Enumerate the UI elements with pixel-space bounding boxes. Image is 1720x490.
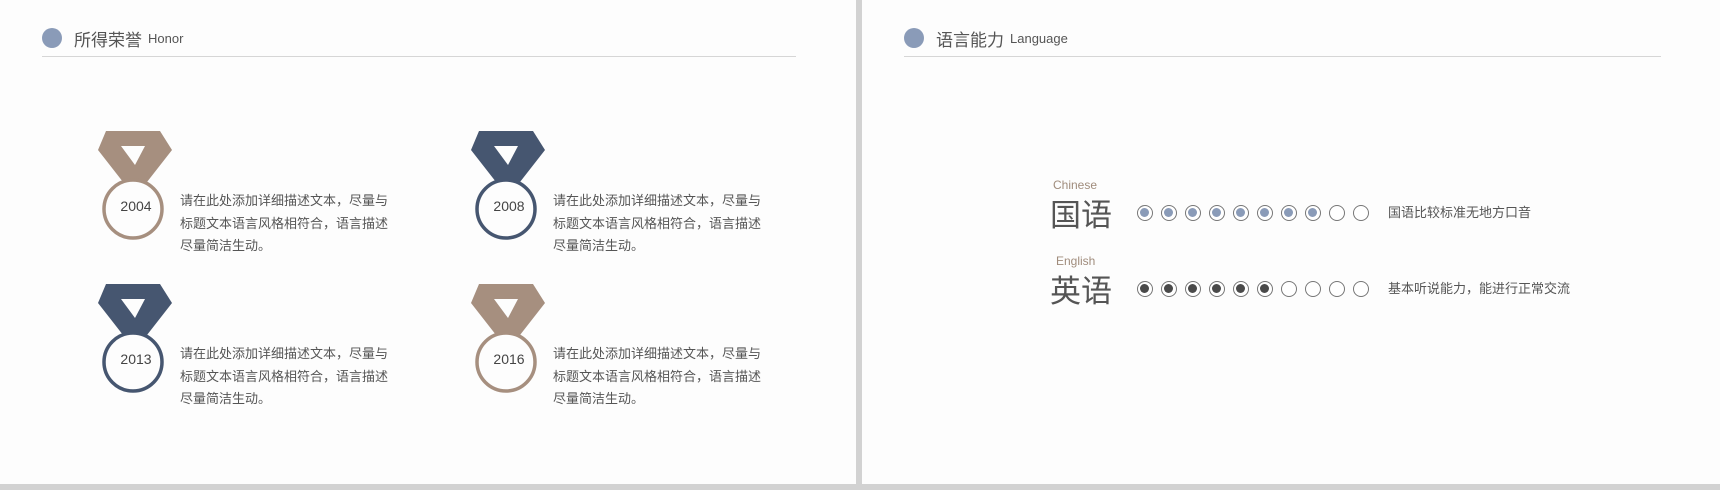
honor-year: 2016: [493, 351, 525, 367]
language-title: 语言能力: [936, 30, 1004, 50]
proficiency-dots: [1137, 281, 1377, 297]
proficiency-dot-filled: [1281, 205, 1297, 221]
language-desc: 国语比较标准无地方口音: [1388, 205, 1532, 220]
language-header: 语言能力 Language: [904, 26, 1068, 50]
honor-item: 2004 请在此处添加详细描述文本，尽量与标题文本语言风格相符合，语言描述尽量简…: [94, 130, 414, 260]
proficiency-dot-empty: [1353, 205, 1369, 221]
language-bullet-icon: [904, 28, 924, 48]
honor-subtitle: Honor: [148, 30, 184, 46]
honor-year: 2008: [493, 198, 525, 214]
language-divider: [904, 56, 1661, 57]
proficiency-dot-filled: [1185, 281, 1201, 297]
medal-icon: [471, 131, 545, 240]
proficiency-dot-empty: [1281, 281, 1297, 297]
medal-icon: [471, 284, 545, 393]
honor-panel: 所得荣誉 Honor 2004 请在此处添加详细描述文本，尽量与标题文本语言风格…: [0, 0, 856, 484]
proficiency-dot-empty: [1305, 281, 1321, 297]
honor-year: 2013: [120, 351, 152, 367]
honor-title: 所得荣誉: [74, 30, 142, 50]
proficiency-dot-filled: [1257, 205, 1273, 221]
proficiency-dot-empty: [1353, 281, 1369, 297]
language-panel: 语言能力 Language Chinese 国语 国语比较标准无地方口音 Eng…: [862, 0, 1720, 484]
proficiency-dot-filled: [1305, 205, 1321, 221]
honor-year: 2004: [120, 198, 152, 214]
proficiency-dot-empty: [1329, 281, 1345, 297]
honor-item: 2008 请在此处添加详细描述文本，尽量与标题文本语言风格相符合，语言描述尽量简…: [467, 130, 787, 260]
proficiency-dot-empty: [1329, 205, 1345, 221]
language-row-chinese: Chinese 国语 国语比较标准无地方口音: [862, 178, 1720, 248]
proficiency-dot-filled: [1209, 205, 1225, 221]
proficiency-dot-filled: [1161, 281, 1177, 297]
proficiency-dot-filled: [1137, 281, 1153, 297]
language-zh-label: 国语: [1050, 198, 1112, 234]
proficiency-dot-filled: [1209, 281, 1225, 297]
language-desc: 基本听说能力，能进行正常交流: [1388, 281, 1571, 296]
medal-icon: [98, 284, 172, 393]
proficiency-dot-filled: [1161, 205, 1177, 221]
honor-item: 2013 请在此处添加详细描述文本，尽量与标题文本语言风格相符合，语言描述尽量简…: [94, 283, 414, 413]
honor-desc: 请在此处添加详细描述文本，尽量与标题文本语言风格相符合，语言描述尽量简洁生动。: [180, 346, 389, 406]
language-zh-label: 英语: [1050, 274, 1112, 310]
proficiency-dot-filled: [1185, 205, 1201, 221]
medal-icon: [98, 131, 172, 240]
honor-item: 2016 请在此处添加详细描述文本，尽量与标题文本语言风格相符合，语言描述尽量简…: [467, 283, 787, 413]
honor-divider: [42, 56, 796, 57]
proficiency-dots: [1137, 205, 1377, 221]
honor-desc: 请在此处添加详细描述文本，尽量与标题文本语言风格相符合，语言描述尽量简洁生动。: [180, 193, 389, 253]
language-row-english: English 英语 基本听说能力，能进行正常交流: [862, 254, 1720, 324]
honor-bullet-icon: [42, 28, 62, 48]
proficiency-dot-filled: [1257, 281, 1273, 297]
honor-header: 所得荣誉 Honor: [42, 26, 183, 50]
proficiency-dot-filled: [1233, 281, 1249, 297]
proficiency-dot-filled: [1233, 205, 1249, 221]
honor-desc: 请在此处添加详细描述文本，尽量与标题文本语言风格相符合，语言描述尽量简洁生动。: [553, 193, 762, 253]
proficiency-dot-filled: [1137, 205, 1153, 221]
honor-desc: 请在此处添加详细描述文本，尽量与标题文本语言风格相符合，语言描述尽量简洁生动。: [553, 346, 762, 406]
language-subtitle: Language: [1010, 30, 1068, 46]
